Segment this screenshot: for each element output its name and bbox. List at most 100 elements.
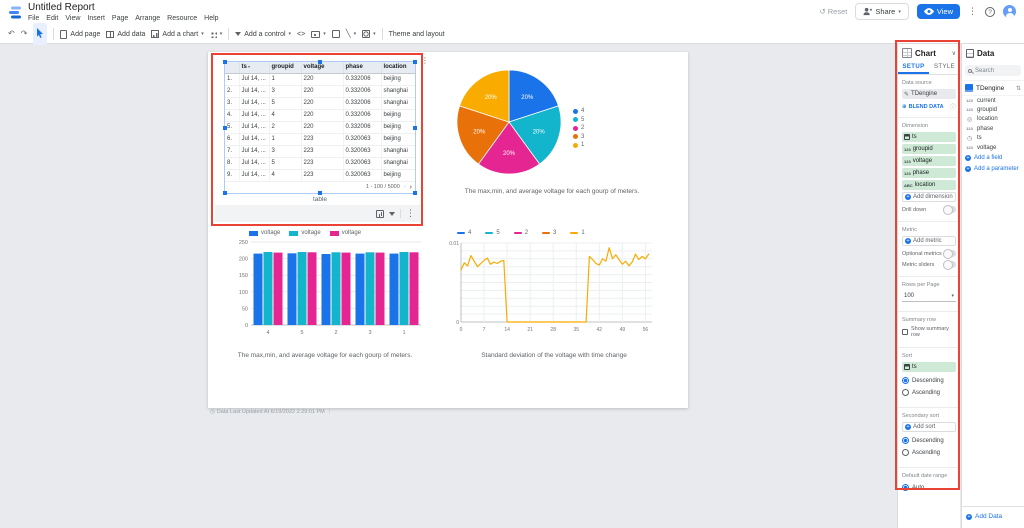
data-source-row[interactable]: TDengine ⇅ <box>962 80 1024 96</box>
dimension-chip-voltage[interactable]: 123 voltage <box>902 156 956 166</box>
theme-and-layout-button[interactable]: Theme and layout <box>389 31 445 38</box>
bar-2-s2[interactable] <box>341 252 351 325</box>
menu-edit[interactable]: Edit <box>46 15 58 22</box>
add-text-button[interactable] <box>331 30 340 38</box>
summary-row-checkbox[interactable] <box>902 329 908 335</box>
select-cursor-tool[interactable] <box>33 23 48 45</box>
table-options-kebab-icon[interactable]: ⋮ <box>421 56 429 65</box>
table-header-phase[interactable]: phase <box>343 62 382 74</box>
auto-radio[interactable] <box>902 484 909 491</box>
selection-handle[interactable] <box>413 60 417 64</box>
ascending-radio[interactable] <box>902 389 909 396</box>
redo-icon[interactable]: ↷ <box>21 30 28 38</box>
community-visualizations-button[interactable]: ▾ <box>209 30 222 38</box>
sort-field-chip[interactable]: ts <box>902 362 956 372</box>
bar-4-s0[interactable] <box>253 253 263 325</box>
selection-handle[interactable] <box>413 126 417 130</box>
bar-5-s0[interactable] <box>287 253 297 325</box>
bar-3-s0[interactable] <box>355 253 365 325</box>
edit-pencil-icon[interactable]: ✎ <box>904 91 909 98</box>
bar-1-s1[interactable] <box>399 252 409 325</box>
field-phase[interactable]: 123 phase <box>962 124 1024 133</box>
metric-sliders-toggle[interactable] <box>943 260 956 270</box>
optional-metrics-toggle[interactable] <box>943 249 956 259</box>
bar-5-s2[interactable] <box>307 252 317 325</box>
menu-page[interactable]: Page <box>112 15 128 22</box>
looker-studio-logo[interactable] <box>8 5 23 20</box>
field-search-input[interactable]: Search <box>965 65 1021 76</box>
filter-icon[interactable] <box>389 211 395 216</box>
add-shape-button[interactable]: ▾ <box>362 30 376 38</box>
selection-handle[interactable] <box>223 60 227 64</box>
selection-handle[interactable] <box>318 60 322 64</box>
chevron-down-icon[interactable]: ∨ <box>952 50 956 57</box>
add-a-field-link[interactable]: + Add a field <box>962 152 1024 163</box>
line-chart[interactable]: 4 5 2 3 1 0 7 14 21 28 35 42 49 56 0.01 0 Standard dev… <box>445 230 663 360</box>
share-button[interactable]: Share ▾ <box>855 3 909 20</box>
add-chart-button[interactable]: Add a chart ▾ <box>151 30 204 38</box>
dimension-chip-ts[interactable]: ts <box>902 132 956 142</box>
report-title[interactable]: Untitled Report <box>28 2 219 13</box>
note-kebab-icon[interactable]: ⋮ <box>327 409 333 415</box>
table-header-location[interactable]: location <box>381 62 416 74</box>
add-data-button[interactable]: Add data <box>106 30 145 38</box>
add-dimension-button[interactable]: + Add dimension <box>902 192 956 202</box>
add-control-button[interactable]: Add a control ▾ <box>235 31 291 38</box>
dimension-chip-groupid[interactable]: 123 groupid <box>902 144 956 154</box>
menu-resource[interactable]: Resource <box>167 15 197 22</box>
descending-radio[interactable] <box>902 377 909 384</box>
selection-handle[interactable] <box>223 191 227 195</box>
blend-data-link[interactable]: ⊕ BLEND DATA ⓘ <box>902 102 956 112</box>
add-line-button[interactable]: ╲ ▾ <box>346 30 356 38</box>
drill-down-toggle[interactable] <box>943 205 956 215</box>
help-icon[interactable]: ? <box>985 6 995 17</box>
selection-handle[interactable] <box>318 191 322 195</box>
field-groupid[interactable]: 123 groupid <box>962 105 1024 114</box>
bar-1-s2[interactable] <box>409 252 419 325</box>
undo-icon[interactable]: ↶ <box>8 30 15 38</box>
dimension-chip-location[interactable]: ABC location <box>902 180 956 190</box>
field-current[interactable]: 123 current <box>962 96 1024 105</box>
chart-type-icon[interactable] <box>376 209 384 218</box>
bar-3-s1[interactable] <box>365 252 375 325</box>
ascending-radio[interactable] <box>902 449 909 456</box>
bar-chart[interactable]: voltage voltage voltage 0 50 100 150 200 250 4 5 2… <box>225 230 425 360</box>
chart-panel-header[interactable]: Chart ∨ <box>898 44 960 61</box>
bar-3-s2[interactable] <box>375 252 385 325</box>
add-a-parameter-link[interactable]: + Add a parameter <box>962 163 1024 174</box>
field-ts[interactable]: ◷ ts <box>962 133 1024 143</box>
table-chart[interactable]: ⋮ ts ▾ groupid voltage phase location 1. Jul … <box>224 56 429 194</box>
embed-url-button[interactable]: <> <box>297 31 305 38</box>
bar-5-s1[interactable] <box>297 252 307 325</box>
more-options-icon[interactable]: ⋮ <box>968 7 977 16</box>
pie-chart[interactable]: 20% 20% 20% 20% 20% 4 5 2 3 1 The max,min, and a… <box>443 62 661 196</box>
bar-2-s0[interactable] <box>321 254 331 325</box>
menu-file[interactable]: File <box>28 15 39 22</box>
add-metric-button[interactable]: + Add metric <box>902 236 956 246</box>
prev-page-icon[interactable]: ‹ <box>404 184 406 190</box>
widget-kebab-icon[interactable]: ⋮ <box>406 209 415 218</box>
next-page-icon[interactable]: › <box>410 184 412 191</box>
add-page-button[interactable]: Add page <box>60 29 100 39</box>
tab-setup[interactable]: SETUP <box>898 61 929 74</box>
add-data-button[interactable]: + Add Data <box>962 506 1024 528</box>
bar-4-s2[interactable] <box>273 252 283 325</box>
rows-per-page-select[interactable]: 100 ▾ <box>902 291 956 302</box>
field-location[interactable]: ◎ location <box>962 114 1024 124</box>
table-header-ts[interactable]: ts ▾ <box>239 62 270 74</box>
add-sort-button[interactable]: + Add sort <box>902 422 956 432</box>
bar-4-s1[interactable] <box>263 252 273 325</box>
dimension-chip-phase[interactable]: 123 phase <box>902 168 956 178</box>
report-page[interactable]: ⋮ ts ▾ groupid voltage phase location 1. Jul … <box>208 52 688 408</box>
table-header-voltage[interactable]: voltage <box>301 62 344 74</box>
collapse-fields-icon[interactable]: ⇅ <box>1016 85 1021 92</box>
add-image-button[interactable]: ▾ <box>311 30 326 38</box>
menu-help[interactable]: Help <box>204 15 218 22</box>
menu-insert[interactable]: Insert <box>87 15 105 22</box>
selection-handle[interactable] <box>223 126 227 130</box>
bar-1-s0[interactable] <box>389 253 399 325</box>
avatar[interactable] <box>1003 5 1016 18</box>
menu-arrange[interactable]: Arrange <box>135 15 160 22</box>
table-header-groupid[interactable]: groupid <box>269 62 302 74</box>
selection-handle[interactable] <box>413 191 417 195</box>
